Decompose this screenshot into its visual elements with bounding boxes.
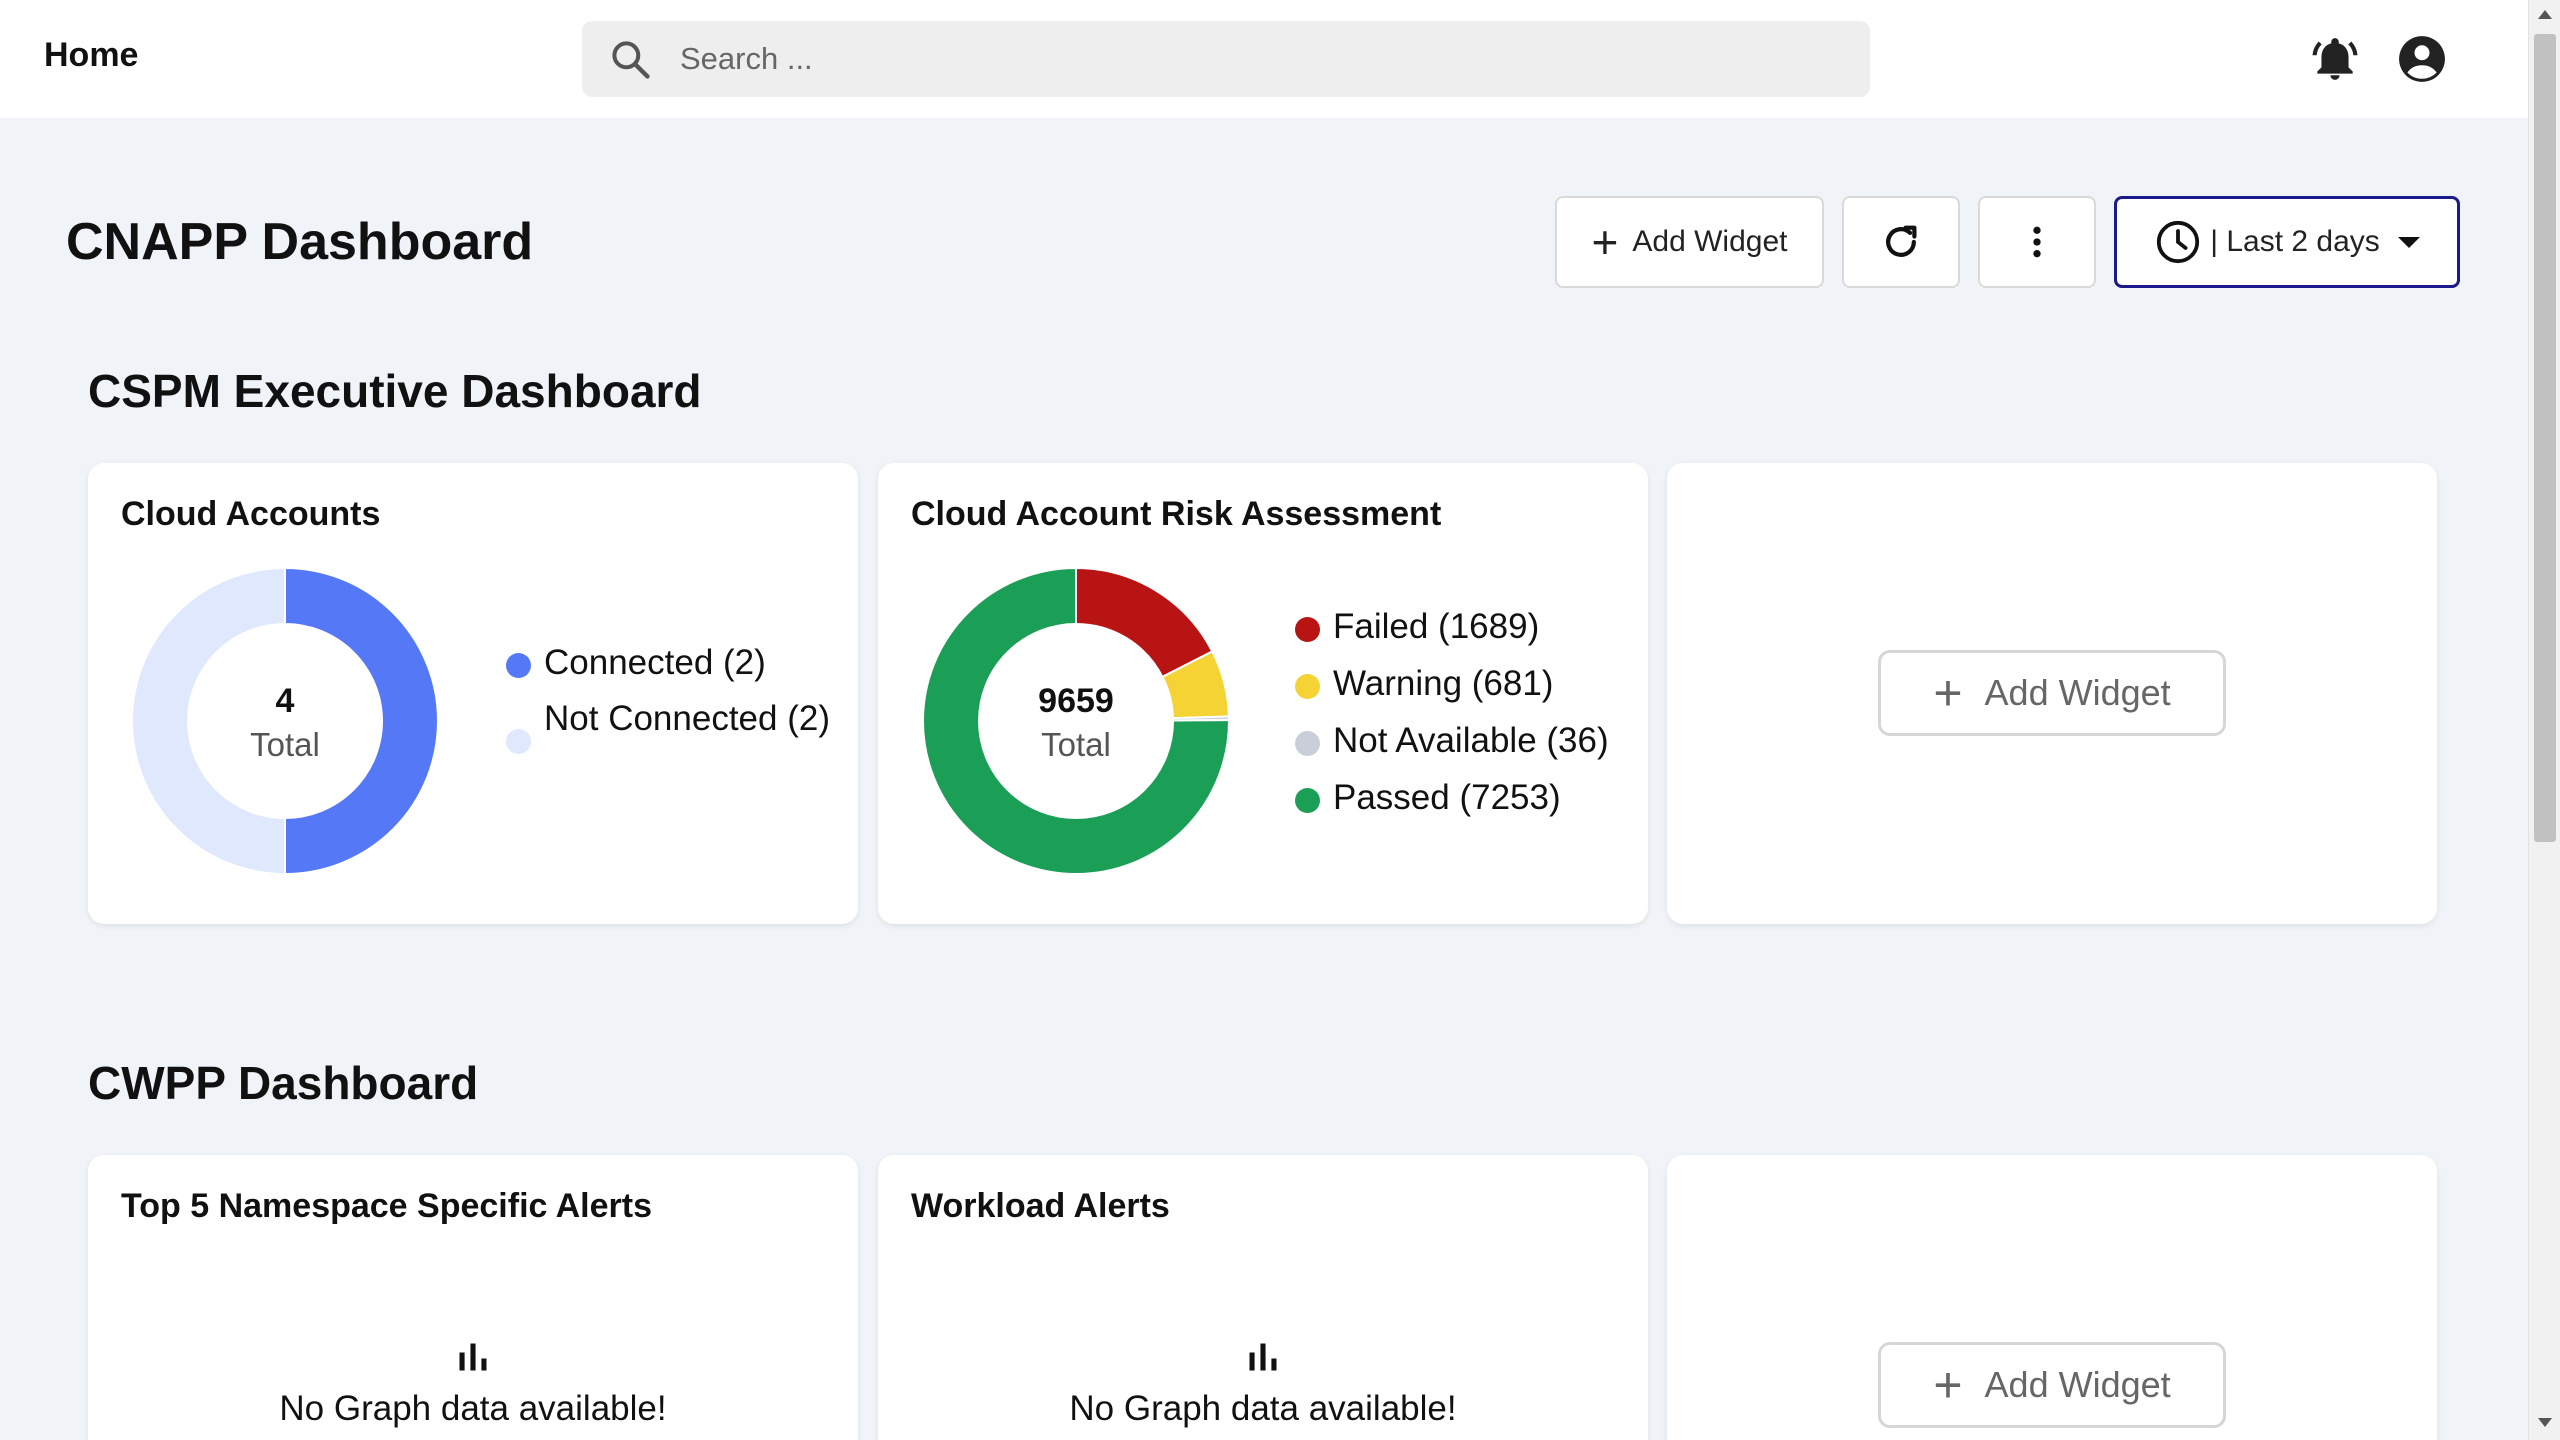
home-title[interactable]: Home	[44, 36, 138, 75]
legend-dot	[1295, 674, 1320, 699]
widget-title: Cloud Account Risk Assessment	[911, 495, 1442, 533]
more-options-button[interactable]	[1978, 196, 2096, 288]
widget-top5-namespace-alerts: Top 5 Namespace Specific Alerts No Graph…	[88, 1155, 858, 1440]
legend-item-passed: Passed (7253)	[1295, 778, 1635, 818]
page-title: CNAPP Dashboard	[66, 213, 534, 271]
donut-chart	[922, 566, 1231, 875]
plus-icon: +	[1933, 1357, 1963, 1413]
clock-icon	[2157, 220, 2200, 264]
plus-icon: +	[1591, 216, 1619, 268]
widget-title: Cloud Accounts	[121, 495, 381, 533]
section-title-cwpp: CWPP Dashboard	[88, 1057, 479, 1109]
widget-empty-placeholder: + Add Widget	[1667, 1155, 2437, 1440]
legend-label: Failed (1689)	[1333, 607, 1540, 646]
scrollbar-thumb[interactable]	[2534, 34, 2556, 842]
legend-item-not-connected: Not Connected (2)	[506, 699, 836, 754]
cloud-accounts-donut: 4 Total	[131, 566, 439, 876]
plus-icon: +	[1933, 665, 1963, 721]
donut-total-value: 4	[275, 682, 295, 720]
chart-legend: Failed (1689) Warning (681) Not Availabl…	[1295, 607, 1635, 818]
refresh-icon	[1886, 225, 1917, 257]
search-input[interactable]	[680, 35, 1840, 83]
time-range-dropdown[interactable]: | Last 2 days	[2114, 196, 2460, 288]
legend-label: Not Available (36)	[1333, 721, 1609, 760]
bar-chart-icon	[1249, 1343, 1277, 1371]
donut-total-label: Total	[250, 726, 320, 763]
chart-legend: Connected (2) Not Connected (2)	[506, 643, 836, 754]
time-range-label: | Last 2 days	[2210, 225, 2380, 258]
legend-dot	[1295, 731, 1320, 756]
scroll-up-arrow-icon[interactable]	[2538, 10, 2552, 19]
widget-title: Workload Alerts	[911, 1187, 1170, 1225]
donut-total-label: Total	[1041, 726, 1111, 763]
widget-title: Top 5 Namespace Specific Alerts	[121, 1187, 652, 1225]
legend-dot	[506, 729, 531, 754]
legend-label: Connected (2)	[544, 643, 766, 682]
legend-dot	[1295, 788, 1320, 813]
account-circle-icon[interactable]	[2397, 34, 2447, 84]
widget-workload-alerts: Workload Alerts No Graph data available!	[878, 1155, 1648, 1440]
section-title-cspm: CSPM Executive Dashboard	[88, 365, 702, 417]
widget-empty-placeholder: + Add Widget	[1667, 463, 2437, 924]
legend-dot	[506, 653, 531, 678]
donut-slice-failed[interactable]	[1075, 566, 1214, 679]
search-bar[interactable]	[582, 21, 1870, 97]
add-widget-label: Add Widget	[1632, 225, 1788, 258]
legend-item-connected: Connected (2)	[506, 643, 836, 683]
risk-assessment-donut: 9659 Total	[922, 566, 1231, 875]
widget-cloud-account-risk: Cloud Account Risk Assessment 9659 Total…	[878, 463, 1648, 924]
legend-label: Warning (681)	[1333, 664, 1554, 703]
legend-label: Not Connected (2)	[544, 699, 830, 738]
chevron-down-icon	[2397, 236, 2420, 248]
scroll-down-arrow-icon[interactable]	[2538, 1418, 2552, 1427]
vertical-scrollbar[interactable]	[2528, 0, 2560, 1440]
donut-slice-connected[interactable]	[284, 566, 439, 876]
more-vert-icon	[2033, 226, 2041, 258]
donut-chart	[131, 566, 439, 876]
top-navigation-bar: Home	[0, 0, 2528, 118]
legend-dot	[1295, 617, 1320, 642]
add-widget-label: Add Widget	[1984, 672, 2171, 713]
add-widget-label: Add Widget	[1984, 1364, 2171, 1405]
notification-bell-icon[interactable]	[2310, 34, 2360, 84]
add-widget-button[interactable]: + Add Widget	[1878, 1342, 2226, 1428]
legend-item-not-available: Not Available (36)	[1295, 721, 1635, 761]
legend-item-failed: Failed (1689)	[1295, 607, 1635, 647]
donut-total-value: 9659	[1038, 682, 1114, 720]
legend-label: Passed (7253)	[1333, 778, 1561, 817]
widget-cloud-accounts: Cloud Accounts 4 Total Connected (2) Not…	[88, 463, 858, 924]
donut-slice-not-connected[interactable]	[131, 566, 286, 876]
add-widget-button[interactable]: + Add Widget	[1555, 196, 1824, 288]
no-data-message: No Graph data available!	[878, 1339, 1648, 1429]
legend-item-warning: Warning (681)	[1295, 664, 1635, 704]
bar-chart-icon	[459, 1343, 487, 1371]
no-data-text: No Graph data available!	[279, 1389, 667, 1428]
no-data-text: No Graph data available!	[1069, 1389, 1457, 1428]
add-widget-button[interactable]: + Add Widget	[1878, 650, 2226, 736]
no-data-message: No Graph data available!	[88, 1339, 858, 1429]
search-icon	[612, 41, 650, 79]
refresh-button[interactable]	[1842, 196, 1960, 288]
